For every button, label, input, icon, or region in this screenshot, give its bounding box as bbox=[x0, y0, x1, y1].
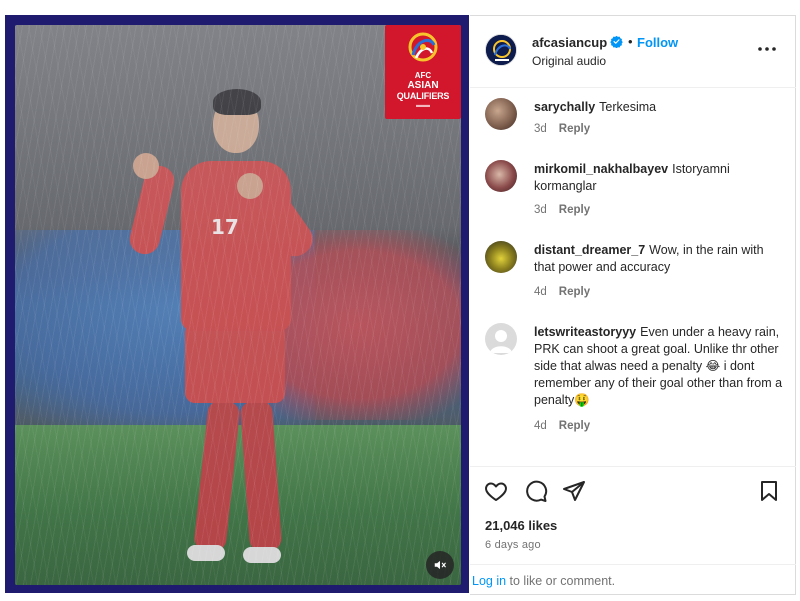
comments-list[interactable]: sarychally Terkesima 3d Reply mirkomil_nak… bbox=[470, 88, 796, 466]
post-sidebar: afcasiancup • Follow Original audio sary… bbox=[470, 15, 796, 595]
post-media[interactable]: 17 AFC ASIAN QUALIFIERS ▬▬ bbox=[5, 15, 469, 593]
comment-age: 3d bbox=[534, 204, 547, 216]
comment-age: 4d bbox=[534, 286, 547, 298]
comment-meta: 4d Reply bbox=[534, 286, 590, 298]
verified-badge-icon bbox=[610, 35, 623, 48]
reply-button[interactable]: Reply bbox=[559, 286, 590, 298]
more-options-button[interactable] bbox=[756, 38, 778, 60]
action-bar bbox=[470, 466, 796, 506]
like-button[interactable] bbox=[484, 479, 510, 505]
comment-meta: 4d Reply bbox=[534, 420, 590, 432]
commenter-avatar[interactable] bbox=[485, 323, 517, 355]
like-count[interactable]: 21,046 likes bbox=[485, 518, 557, 533]
mute-toggle-button[interactable] bbox=[426, 551, 454, 579]
badge-line-2: ASIAN bbox=[407, 80, 439, 91]
reply-button[interactable]: Reply bbox=[559, 420, 590, 432]
post-timestamp[interactable]: 6 days ago bbox=[485, 539, 541, 551]
header-separator: • bbox=[628, 34, 633, 49]
comment-text: letswriteastoryyy Even under a heavy rain… bbox=[534, 324, 784, 409]
afc-qualifiers-badge: AFC ASIAN QUALIFIERS ▬▬ bbox=[385, 25, 461, 119]
comment-message: Terkesima bbox=[599, 100, 657, 114]
comment-button[interactable] bbox=[524, 479, 550, 505]
share-button[interactable] bbox=[562, 479, 588, 505]
bookmark-icon bbox=[761, 481, 777, 501]
heart-icon bbox=[485, 482, 507, 501]
comment-meta: 3d Reply bbox=[534, 123, 590, 135]
comment-username[interactable]: mirkomil_nakhalbayev bbox=[534, 162, 668, 176]
commenter-avatar[interactable] bbox=[485, 241, 517, 273]
more-horizontal-icon bbox=[758, 47, 776, 51]
commenter-avatar[interactable] bbox=[485, 98, 517, 130]
login-prompt: Log in to like or comment. bbox=[470, 564, 796, 595]
login-link[interactable]: Log in bbox=[472, 574, 506, 588]
comment-age: 4d bbox=[534, 420, 547, 432]
badge-line-4: ▬▬ bbox=[416, 102, 430, 109]
account-username[interactable]: afcasiancup bbox=[532, 35, 607, 50]
paper-plane-icon bbox=[563, 481, 585, 501]
comment-username[interactable]: distant_dreamer_7 bbox=[534, 243, 645, 257]
speaker-muted-icon bbox=[434, 560, 446, 570]
badge-line-1: AFC bbox=[414, 71, 432, 80]
comment-bubble-icon bbox=[526, 480, 548, 502]
afc-logo-icon bbox=[408, 32, 438, 62]
post-header: afcasiancup • Follow Original audio bbox=[470, 16, 796, 88]
comment-age: 3d bbox=[534, 123, 547, 135]
follow-button[interactable]: Follow bbox=[637, 35, 678, 50]
reply-button[interactable]: Reply bbox=[559, 204, 590, 216]
afc-avatar-logo-icon bbox=[486, 35, 516, 65]
badge-line-3: QUALIFIERS bbox=[396, 91, 450, 101]
comment-text: distant_dreamer_7 Wow, in the rain with t… bbox=[534, 242, 784, 276]
comment-text: sarychally Terkesima bbox=[534, 99, 784, 116]
login-prompt-text: to like or comment. bbox=[506, 574, 616, 588]
audio-label[interactable]: Original audio bbox=[532, 54, 606, 68]
save-button[interactable] bbox=[757, 479, 783, 505]
default-avatar-icon bbox=[490, 330, 512, 353]
account-avatar[interactable] bbox=[485, 34, 517, 66]
comment-username[interactable]: sarychally bbox=[534, 100, 595, 114]
comment-username[interactable]: letswriteastoryyy bbox=[534, 325, 636, 339]
reply-button[interactable]: Reply bbox=[559, 123, 590, 135]
comment-text: mirkomil_nakhalbayev Istoryamni kormangla… bbox=[534, 161, 784, 195]
comment-meta: 3d Reply bbox=[534, 204, 590, 216]
commenter-avatar[interactable] bbox=[485, 160, 517, 192]
